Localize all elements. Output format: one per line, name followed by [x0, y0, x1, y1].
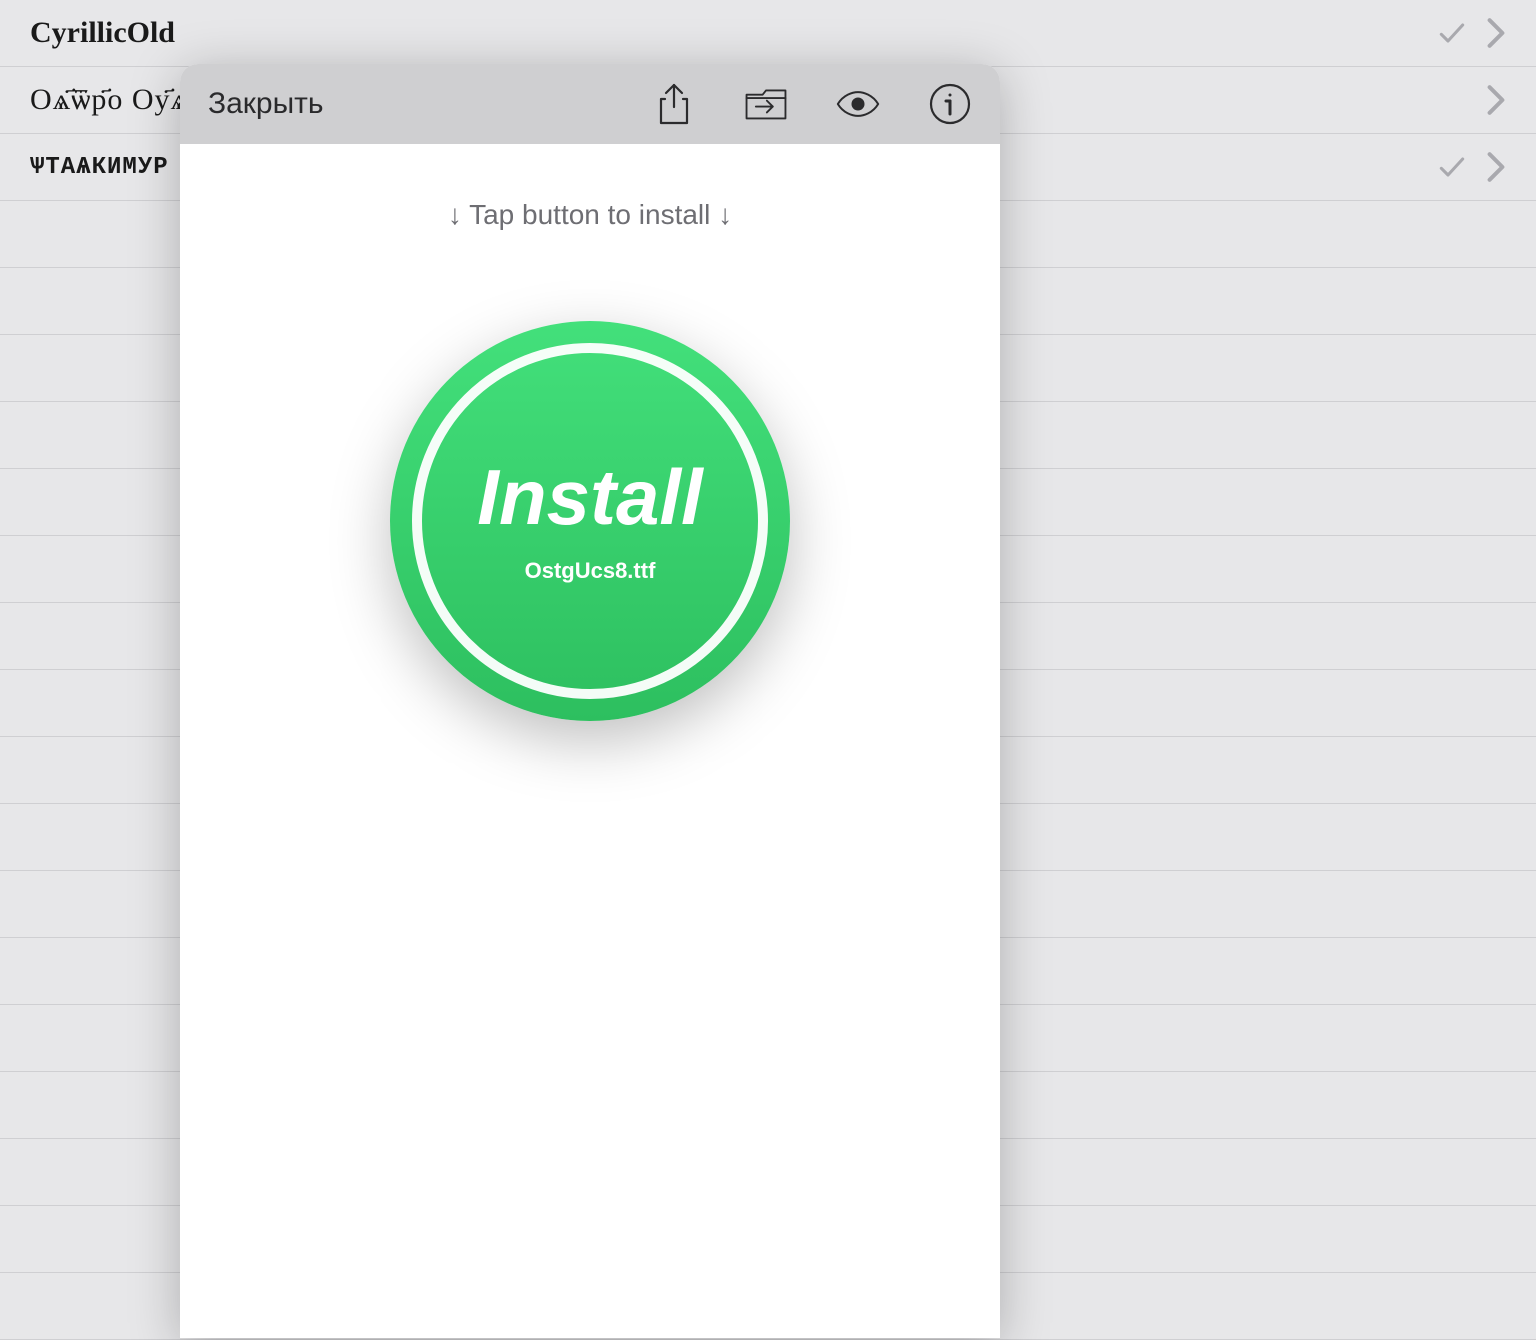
- check-icon: [1436, 17, 1468, 49]
- info-icon[interactable]: [928, 82, 972, 126]
- modal-body: ↓ Tap button to install ↓ Install OstgUc…: [180, 144, 1000, 1338]
- install-instruction: ↓ Tap button to install ↓: [448, 199, 732, 231]
- install-button-label: Install: [477, 458, 702, 536]
- install-button[interactable]: Install OstgUcs8.ttf: [390, 321, 790, 721]
- install-filename: OstgUcs8.ttf: [525, 558, 656, 584]
- import-folder-icon[interactable]: [744, 82, 788, 126]
- check-icon: [1436, 151, 1468, 183]
- chevron-right-icon: [1486, 17, 1506, 49]
- chevron-right-icon: [1486, 84, 1506, 116]
- chevron-right-icon: [1486, 151, 1506, 183]
- share-icon[interactable]: [652, 82, 696, 126]
- font-row[interactable]: CyrillicOld: [0, 0, 1536, 67]
- eye-icon[interactable]: [836, 82, 880, 126]
- install-modal: Закрыть: [180, 64, 1000, 1338]
- font-name: CyrillicOld: [30, 16, 1436, 50]
- close-button[interactable]: Закрыть: [208, 87, 324, 121]
- modal-toolbar: Закрыть: [180, 64, 1000, 144]
